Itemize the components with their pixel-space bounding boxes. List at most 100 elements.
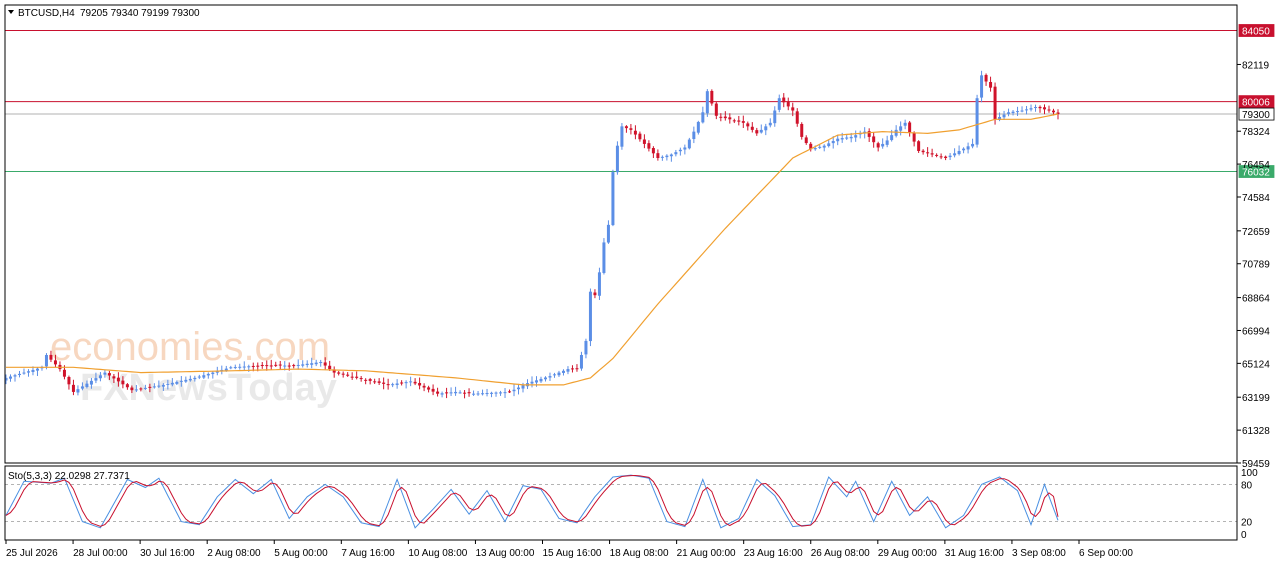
y-tick-label: 76454 [1242,160,1270,171]
bull-candle [615,145,619,173]
bull-candle [854,135,858,138]
bull-candle [233,367,237,369]
bull-candle [1011,111,1015,114]
bear-candle [125,384,129,388]
bull-candle [813,148,817,150]
y-tick-label: 74584 [1242,193,1270,204]
bear-candle [49,354,53,360]
bull-candle [953,153,957,156]
bull-candle [687,139,691,149]
x-tick-label: 18 Aug 08:00 [610,548,669,559]
bull-candle [499,392,503,394]
bear-candle [795,111,799,124]
bear-candle [323,362,327,366]
bear-candle [328,365,332,370]
bull-candle [490,392,494,394]
bear-candle [292,365,296,367]
bull-candle [579,354,583,369]
bear-candle [732,120,736,122]
bull-candle [606,224,610,243]
bull-candle [310,363,314,365]
bull-candle [35,368,39,371]
x-tick-label: 26 Aug 08:00 [811,548,870,559]
bear-candle [921,150,925,153]
bull-candle [696,121,700,133]
bear-candle [373,381,377,383]
stochastic-y-tick-label: 0 [1241,530,1247,541]
bear-candle [728,117,732,120]
bull-candle [1002,114,1006,118]
bull-candle [602,242,606,273]
bull-candle [179,380,183,382]
bull-candle [98,375,102,379]
chart-canvas[interactable]: economies.com FXNewsToday 84050800067930… [0,0,1280,567]
bull-candle [903,122,907,126]
x-tick-label: 25 Jul 2026 [6,548,58,559]
bear-candle [656,153,660,159]
x-tick-label: 15 Aug 16:00 [543,548,602,559]
bull-candle [13,375,17,377]
bear-candle [633,130,637,135]
bear-candle [651,148,655,154]
bull-candle [669,154,673,157]
bull-candle [530,381,534,384]
bull-candle [314,362,318,365]
bear-candle [1043,107,1047,110]
bear-candle [112,376,116,379]
bull-candle [449,392,453,394]
bull-candle [620,126,624,147]
bull-candle [665,155,669,158]
bull-candle [89,380,93,385]
y-tick-label: 78324 [1242,127,1270,138]
bear-candle [148,386,152,388]
bear-candle [418,382,422,386]
y-tick-label: 68864 [1242,294,1270,305]
bear-candle [872,136,876,143]
bull-candle [966,146,970,150]
bull-candle [660,156,664,158]
bull-candle [818,146,822,148]
bull-candle [224,368,228,371]
bull-candle [80,386,84,389]
bull-candle [517,387,521,390]
bull-candle [840,138,844,140]
bull-candle [1016,111,1020,113]
stochastic-label: Sto(5,3,3) 22.0298 27.7371 [8,471,130,482]
bull-candle [305,363,309,366]
resistance-level-label: 84050 [1242,27,1270,38]
bull-candle [247,366,251,368]
bear-candle [139,388,143,390]
bull-candle [26,371,30,373]
bull-candle [557,372,561,376]
bull-candle [1020,110,1024,112]
bull-candle [980,75,984,98]
x-tick-label: 31 Aug 16:00 [945,548,1004,559]
bear-candle [400,382,404,384]
bear-candle [386,384,390,386]
bear-candle [755,130,759,134]
bull-candle [193,377,197,380]
bear-candle [930,153,934,155]
bull-candle [836,138,840,142]
bull-candle [759,129,763,133]
bear-candle [804,137,808,144]
bear-candle [723,116,727,119]
symbol-label: BTCUSD,H4 [18,8,75,19]
chart-background [0,0,1280,567]
y-tick-label: 82119 [1242,60,1270,71]
bear-candle [710,90,714,104]
bull-candle [283,365,287,367]
bear-candle [413,381,417,384]
bull-candle [134,389,138,391]
bull-candle [454,391,458,394]
bull-candle [319,362,323,364]
watermark-economies: economies.com [50,325,330,369]
bear-candle [463,392,467,394]
bear-candle [642,139,646,144]
x-tick-label: 10 Aug 08:00 [408,548,467,559]
bear-candle [939,156,943,158]
bull-candle [534,380,538,383]
x-tick-label: 23 Aug 16:00 [744,548,803,559]
bull-candle [301,364,305,366]
bear-candle [638,133,642,140]
